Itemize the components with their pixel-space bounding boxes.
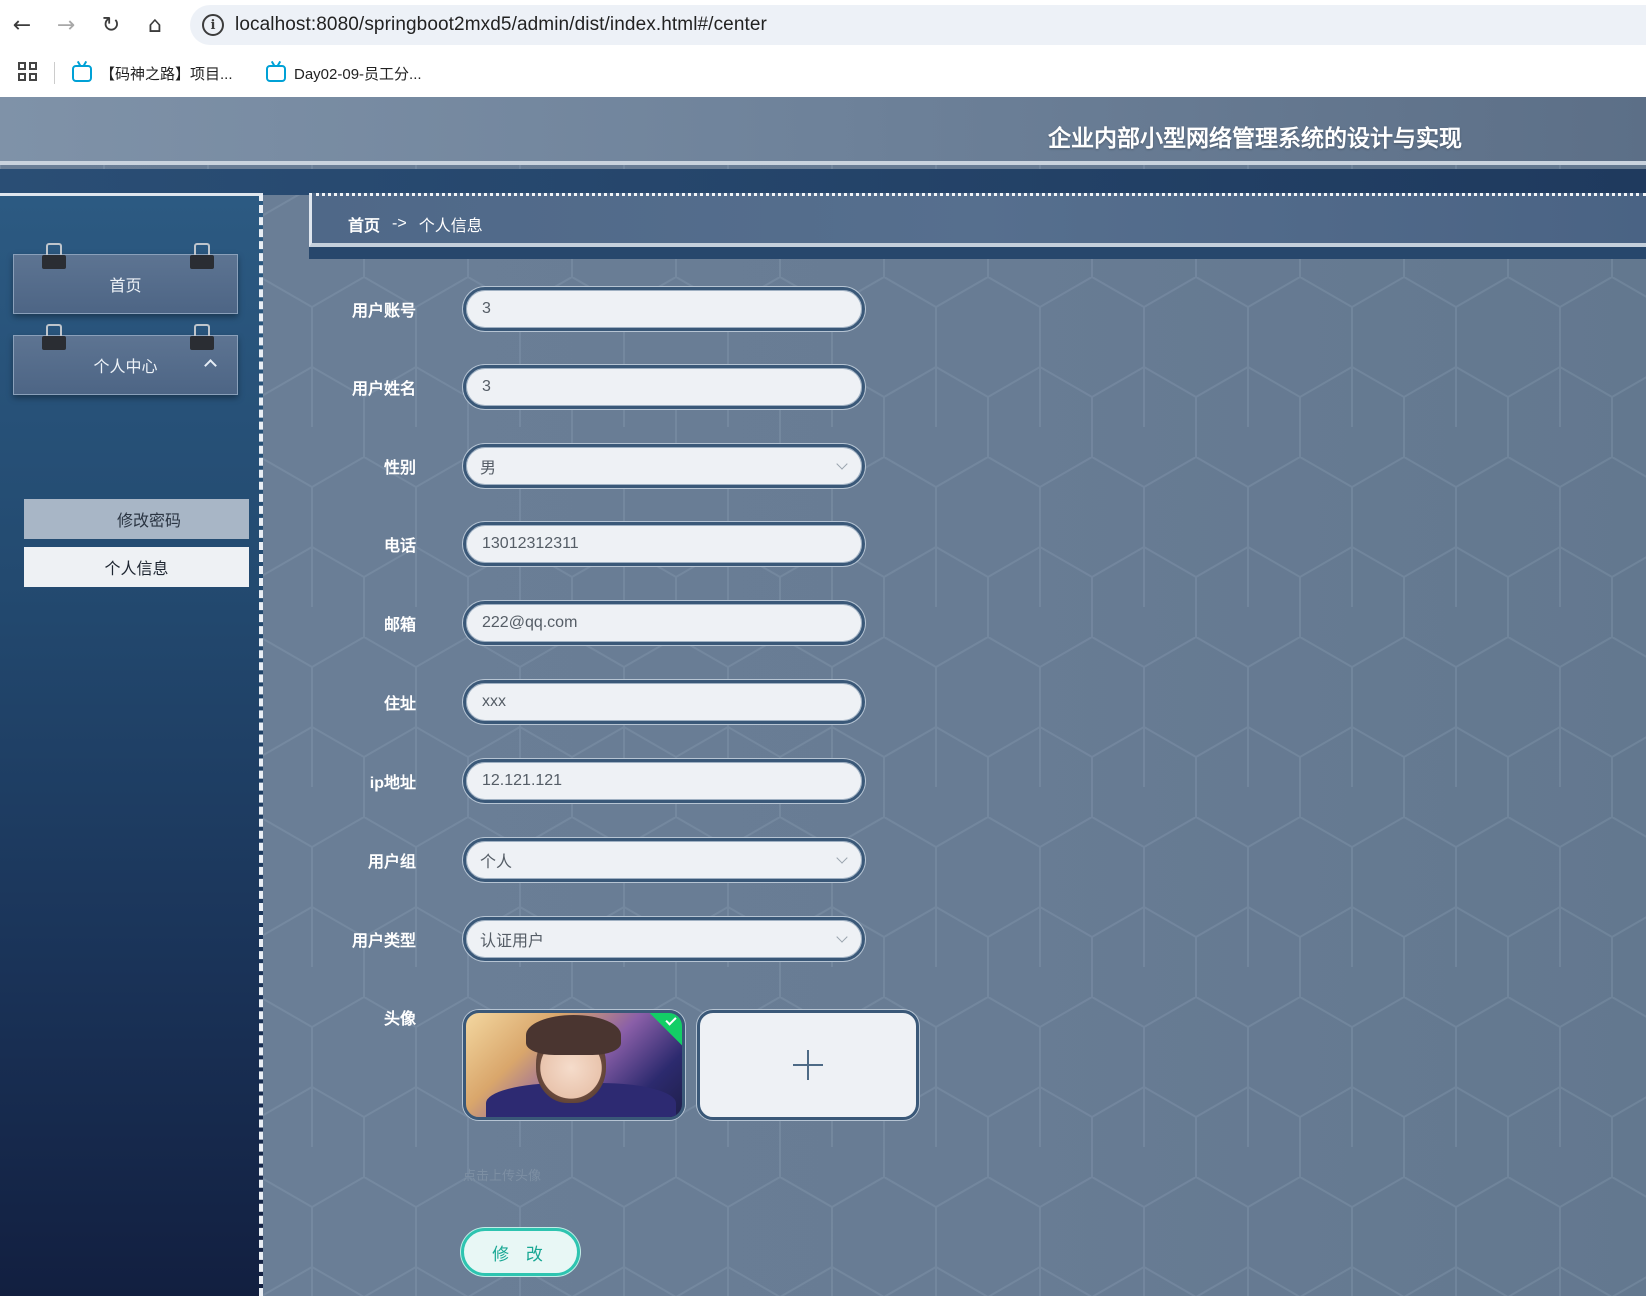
upload-tip: 点击上传头像	[463, 1168, 542, 1183]
chevron-down-icon	[836, 852, 848, 864]
address-field[interactable]	[463, 680, 865, 724]
user-group-select[interactable]: 个人	[463, 838, 865, 882]
apps-grid-icon[interactable]	[18, 62, 38, 82]
bookmark-separator	[54, 62, 55, 84]
back-arrow-icon[interactable]: ←	[6, 9, 38, 41]
chevron-down-icon	[836, 458, 848, 470]
chevron-down-icon	[836, 931, 848, 943]
breadcrumb-home[interactable]: 首页	[348, 212, 380, 236]
app-title: 企业内部小型网络管理系统的设计与实现	[1048, 125, 1462, 151]
sidebar-subitem-personal-info[interactable]: 个人信息	[24, 547, 249, 587]
plus-icon	[793, 1050, 823, 1080]
form-label: ip地址	[369, 775, 416, 792]
sidebar-item-home[interactable]: 首页	[13, 243, 238, 314]
user-type-select[interactable]: 认证用户	[463, 917, 865, 961]
user-group-select-value: 个人	[480, 854, 513, 871]
breadcrumb: 首页 -> 个人信息	[348, 212, 483, 236]
account-input[interactable]	[480, 299, 848, 319]
email-field[interactable]	[463, 601, 865, 645]
name-field[interactable]	[463, 365, 865, 409]
sidebar-item-label: 首页	[109, 278, 142, 295]
form-row-phone: 电话	[309, 522, 1009, 566]
bookmark-item[interactable]: 【码神之路】项目...	[72, 60, 233, 86]
gender-select-value: 男	[480, 460, 497, 477]
breadcrumb-current: 个人信息	[418, 218, 483, 235]
bilibili-icon	[266, 64, 286, 82]
breadcrumb-bar: 首页 -> 个人信息	[309, 193, 1646, 247]
browser-toolbar: ← → ↻ ⌂ i localhost:8080/springboot2mxd5…	[0, 0, 1646, 50]
form-label: 用户组	[367, 854, 416, 871]
bookmark-item[interactable]: Day02-09-员工分...	[266, 60, 422, 86]
sidebar: 首页 个人中心 修改密码 个人信息	[0, 193, 263, 1296]
ip-field[interactable]	[463, 759, 865, 803]
upload-avatar-button[interactable]	[697, 1010, 919, 1120]
site-info-icon[interactable]: i	[202, 14, 224, 36]
form-row-ip: ip地址	[309, 759, 1009, 803]
submit-button[interactable]: 修 改	[461, 1228, 580, 1276]
gender-select[interactable]: 男	[463, 444, 865, 488]
sidebar-item-personal-center[interactable]: 个人中心	[13, 324, 238, 395]
form-label: 用户账号	[351, 303, 416, 320]
upload-success-badge	[648, 1013, 682, 1047]
form-row-account: 用户账号	[309, 287, 1009, 331]
user-type-select-value: 认证用户	[480, 933, 545, 950]
form-label: 性别	[383, 460, 416, 477]
app-header: 企业内部小型网络管理系统的设计与实现	[0, 97, 1646, 165]
form-row-name: 用户姓名	[309, 365, 1009, 409]
form-row-gender: 性别 男	[309, 444, 1009, 488]
bookmark-label: 【码神之路】项目...	[100, 65, 233, 83]
forward-arrow-icon[interactable]: →	[50, 9, 82, 41]
url-text[interactable]: localhost:8080/springboot2mxd5/admin/dis…	[235, 14, 767, 36]
ip-input[interactable]	[480, 771, 848, 791]
bookmarks-bar: 【码神之路】项目... Day02-09-员工分...	[0, 50, 1646, 97]
bookmark-label: Day02-09-员工分...	[294, 65, 422, 83]
bilibili-icon	[72, 64, 92, 82]
account-field[interactable]	[463, 287, 865, 331]
avatar-thumbnail[interactable]	[463, 1010, 685, 1120]
form-label: 邮箱	[383, 617, 416, 634]
binder-clip-icon	[190, 324, 214, 350]
header-band	[0, 169, 1646, 195]
phone-field[interactable]	[463, 522, 865, 566]
avatar-image	[526, 1015, 621, 1055]
form-label: 用户类型	[351, 933, 416, 950]
form-row-address: 住址	[309, 680, 1009, 724]
form-label: 住址	[383, 696, 416, 713]
address-bar[interactable]: i localhost:8080/springboot2mxd5/admin/d…	[190, 5, 1646, 45]
binder-clip-icon	[42, 243, 66, 269]
binder-clip-icon	[42, 324, 66, 350]
form-label: 头像	[383, 1011, 416, 1028]
sidebar-item-label: 个人中心	[93, 359, 158, 376]
form-label: 电话	[383, 538, 416, 555]
breadcrumb-divider	[309, 247, 1646, 259]
phone-input[interactable]	[480, 534, 848, 554]
chevron-up-icon	[204, 359, 217, 372]
home-icon[interactable]: ⌂	[139, 9, 171, 41]
form-row-user-group: 用户组 个人	[309, 838, 1009, 882]
email-input[interactable]	[480, 613, 848, 633]
binder-clip-icon	[190, 243, 214, 269]
form-row-email: 邮箱	[309, 601, 1009, 645]
form-row-user-type: 用户类型 认证用户	[309, 917, 1009, 961]
reload-icon[interactable]: ↻	[95, 9, 127, 41]
address-input[interactable]	[480, 692, 848, 712]
name-input[interactable]	[480, 377, 848, 397]
sidebar-subitem-change-password[interactable]: 修改密码	[24, 499, 249, 539]
form-label: 用户姓名	[351, 381, 416, 398]
breadcrumb-separator: ->	[392, 215, 407, 232]
